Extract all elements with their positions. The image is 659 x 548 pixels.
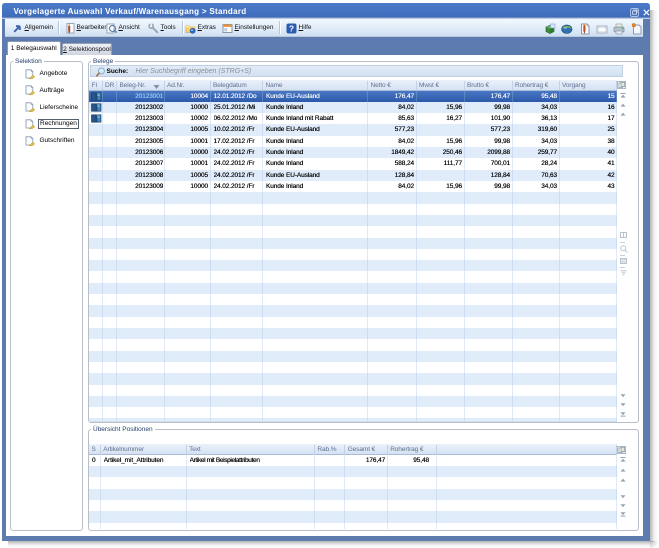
- svg-text:?: ?: [288, 24, 293, 34]
